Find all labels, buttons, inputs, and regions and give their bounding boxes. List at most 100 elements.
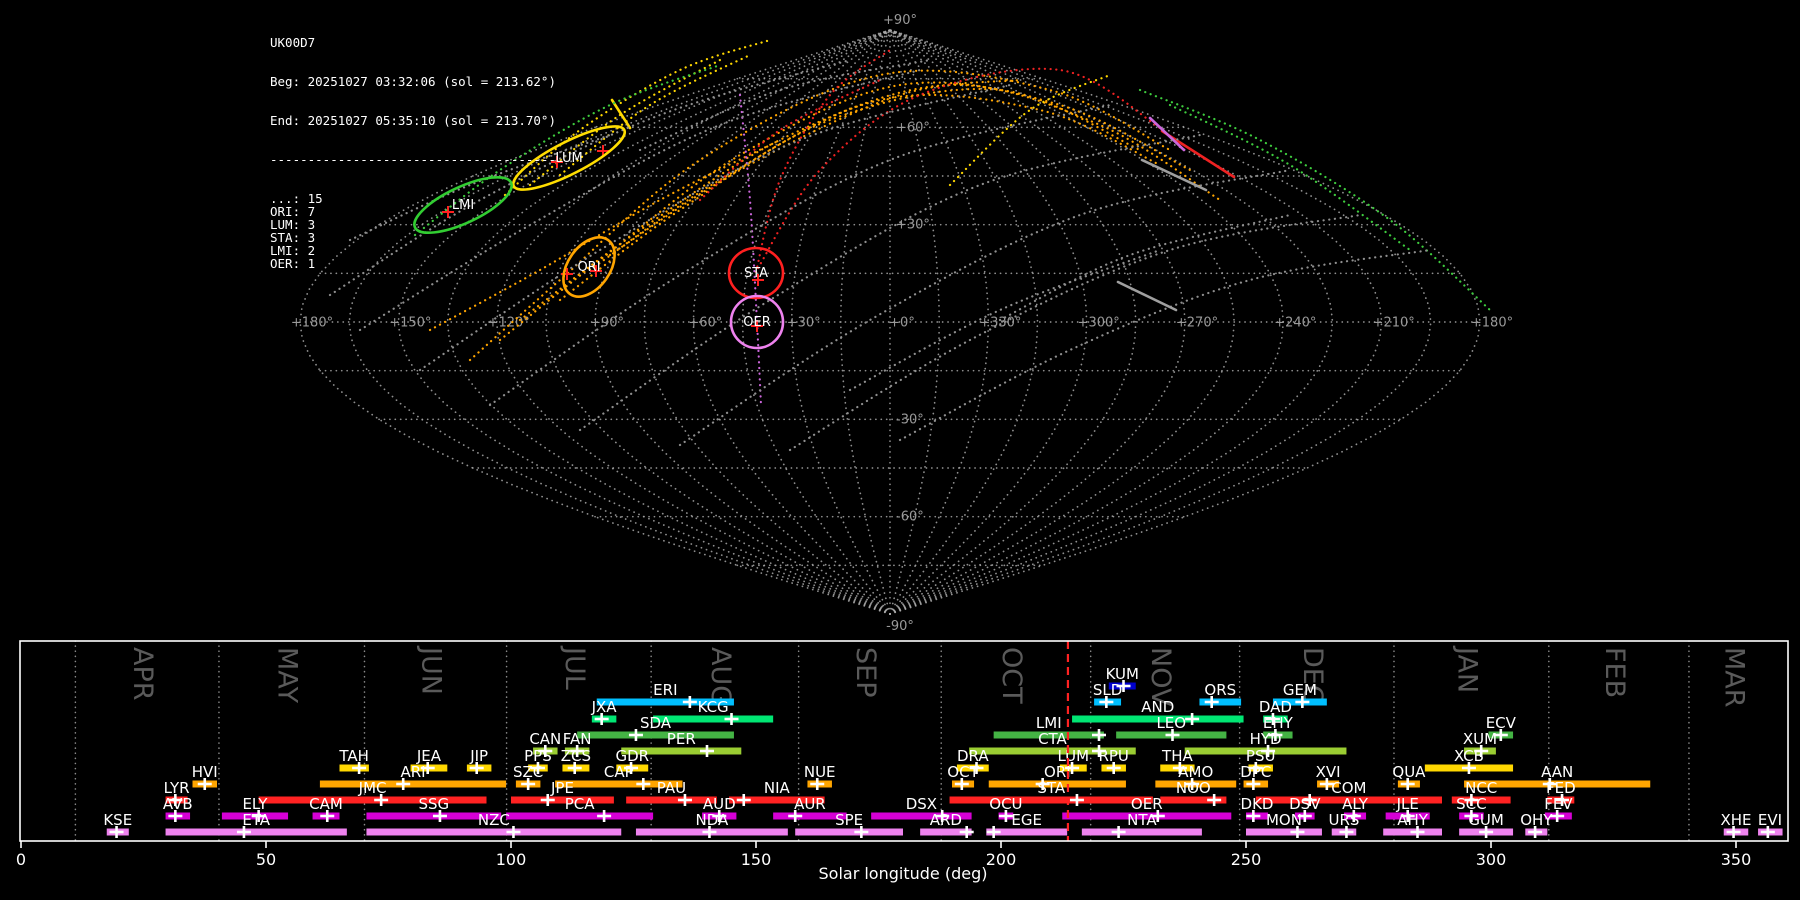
shower-code-label: XUM xyxy=(1463,730,1497,748)
lat-label: +30° xyxy=(896,218,930,233)
shower-code-label: PCA xyxy=(565,795,596,813)
shower-count-row: OER: 1 xyxy=(270,256,316,271)
begin-time: Beg: 20251027 03:32:06 (sol = 213.62°) xyxy=(270,74,556,89)
lat-label: +60° xyxy=(896,120,930,135)
shower-bar-EGE: EGE xyxy=(986,811,1068,838)
shower-bar-XCB: XCB xyxy=(1424,747,1514,774)
activity-bar xyxy=(506,812,654,820)
shower-code-label: ARI xyxy=(400,763,425,781)
separator-line: -------------------------------------- xyxy=(270,152,556,167)
shower-code-label: OCT xyxy=(947,763,979,781)
lat-label: -90° xyxy=(886,619,914,634)
activity-bar xyxy=(165,828,347,836)
shower-code-label: ETA xyxy=(242,811,270,829)
meteor-trail xyxy=(788,213,1362,452)
shower-code-label: XHE xyxy=(1720,811,1751,829)
shower-bar-EVI: EVI xyxy=(1758,811,1783,838)
radiant-label: LUM xyxy=(555,151,582,166)
shower-code-label: XCB xyxy=(1454,747,1484,765)
month-label: OCT xyxy=(996,647,1027,704)
x-tick-label: 150 xyxy=(741,850,772,869)
shower-bar-RPU: RPU xyxy=(1098,747,1129,774)
shower-code-label: SLD xyxy=(1093,681,1122,699)
shower-code-label: HVI xyxy=(192,763,218,781)
shower-code-label: KCG xyxy=(698,698,729,716)
shower-bar-KSE: KSE xyxy=(103,811,132,838)
shower-code-label: NZC xyxy=(478,811,510,829)
shower-code-label: KSE xyxy=(103,811,132,829)
x-tick-label: 0 xyxy=(16,850,26,869)
lon-label: +60° xyxy=(688,316,722,331)
month-label: JUN xyxy=(416,645,447,695)
radiant-label: OER xyxy=(743,315,770,330)
radiant-ORI: ORI xyxy=(562,236,616,298)
shower-code-label: JXA xyxy=(591,698,618,716)
meteor-trail xyxy=(998,213,1292,322)
shower-code-label: CAM xyxy=(309,795,343,813)
shower-counts: ...: 15 ORI: 7 LUM: 3 STA: 3 LMI: 2 OER: 1 xyxy=(270,192,556,270)
x-tick-label: 350 xyxy=(1721,850,1752,869)
lon-label: +120° xyxy=(488,316,530,331)
month-label: SEP xyxy=(850,647,881,697)
observation-header: UK00D7 Beg: 20251027 03:32:06 (sol = 213… xyxy=(270,10,556,270)
shower-bar-OHY: OHY xyxy=(1520,811,1553,838)
shower-code-label: NDA xyxy=(696,811,730,829)
shower-code-label: ERI xyxy=(653,681,677,699)
shower-code-label: JMC xyxy=(358,779,387,797)
shower-code-label: CAP xyxy=(604,763,634,781)
shower-code-label: HYD xyxy=(1250,730,1282,748)
shower-bar-URS: URS xyxy=(1329,811,1359,838)
shower-bar-SZC: SZC xyxy=(513,763,543,790)
meteor-trail xyxy=(698,78,882,202)
meteor-trail xyxy=(610,98,632,130)
activity-bar xyxy=(366,828,622,836)
activity-bar xyxy=(1246,828,1322,836)
meteor-trail xyxy=(898,248,1432,442)
shower-bar-JIP: JIP xyxy=(466,747,492,774)
meteor-trail xyxy=(948,73,1112,187)
shower-code-label: GUM xyxy=(1468,811,1504,829)
meteor-trail xyxy=(1138,88,1492,312)
shower-bar-XHE: XHE xyxy=(1720,811,1752,838)
shower-code-label: GEM xyxy=(1283,681,1317,699)
meteor-trail xyxy=(498,81,1192,342)
shower-bar-SLD: SLD xyxy=(1093,681,1122,708)
shower-bar-NUE: NUE xyxy=(804,763,836,790)
month-label: FEB xyxy=(1599,647,1630,698)
shower-bar-DPC: DPC xyxy=(1240,763,1271,790)
meteor-trail xyxy=(1168,103,1412,252)
radiant-map-figure: +180° +150° +120° +90° +60° +30° +0° +330° +300°… xyxy=(0,0,1800,900)
x-tick-label: 100 xyxy=(496,850,527,869)
shower-code-label: EGE xyxy=(1011,811,1042,829)
shower-code-label: ARD xyxy=(930,811,962,829)
activity-bar xyxy=(653,715,774,723)
shower-code-label: ORS xyxy=(1204,681,1236,699)
lon-label: +210° xyxy=(1373,316,1415,331)
shower-code-label: FAN xyxy=(563,730,592,748)
x-tick-label: 250 xyxy=(1231,850,1262,869)
shower-bar-ZCS: ZCS xyxy=(561,747,591,774)
lon-label: +180° xyxy=(1471,316,1513,331)
shower-code-label: LEO xyxy=(1156,714,1186,732)
shower-code-label: AHY xyxy=(1397,811,1429,829)
shower-code-label: STA xyxy=(1037,779,1066,797)
activity-bar xyxy=(795,828,903,836)
meridian-line xyxy=(889,29,1432,615)
lon-label: +300° xyxy=(1078,316,1120,331)
month-label: MAY xyxy=(272,647,303,704)
shower-bar-QUA: QUA xyxy=(1392,763,1426,790)
lon-label: +150° xyxy=(389,316,431,331)
shower-code-label: CAN xyxy=(529,730,561,748)
shower-code-label: PER xyxy=(667,730,696,748)
lon-label: +240° xyxy=(1274,316,1316,331)
activity-bar xyxy=(258,796,487,804)
activity-bar xyxy=(1081,828,1202,836)
shower-code-label: MON xyxy=(1266,811,1302,829)
activity-bar xyxy=(319,780,507,788)
shower-code-label: AVB xyxy=(163,795,193,813)
month-label: JUL xyxy=(559,645,590,690)
lon-label: +180° xyxy=(291,316,333,331)
shower-code-label: EVI xyxy=(1758,811,1782,829)
radiant-label: ORI xyxy=(577,260,600,275)
shower-bar-JXA: JXA xyxy=(591,698,618,725)
